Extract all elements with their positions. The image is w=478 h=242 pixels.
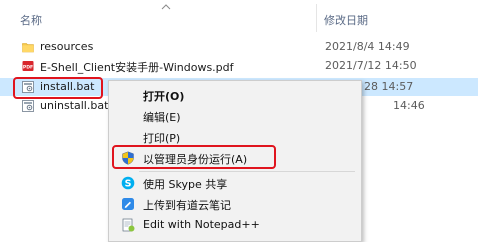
- youdao-note-icon: [122, 198, 134, 210]
- svg-text:PDF: PDF: [23, 64, 33, 70]
- menu-item-edit[interactable]: 编辑(E): [109, 106, 361, 127]
- bat-file-icon: [22, 81, 34, 93]
- file-name: install.bat: [40, 80, 95, 93]
- file-date: 2021/8/4 14:49: [325, 40, 410, 53]
- file-date: 14:46: [393, 99, 425, 112]
- file-row-resources[interactable]: resources 2021/8/4 14:49: [0, 38, 478, 56]
- menu-item-label: 使用 Skype 共享: [143, 178, 228, 191]
- menu-item-label: Edit with Notepad++: [143, 218, 260, 231]
- menu-item-label: 以管理员身份运行(A): [143, 153, 248, 166]
- menu-item-print[interactable]: 打印(P): [109, 127, 361, 148]
- column-header: 名称 修改日期: [0, 0, 478, 34]
- menu-item-skype-share[interactable]: S 使用 Skype 共享: [109, 173, 361, 194]
- menu-item-run-as-admin[interactable]: 以管理员身份运行(A): [109, 148, 361, 169]
- sort-ascending-icon[interactable]: [161, 3, 171, 11]
- folder-icon: [22, 43, 34, 53]
- menu-item-youdao-upload[interactable]: 上传到有道云笔记: [109, 194, 361, 215]
- menu-item-edit-notepad-plus-plus[interactable]: Edit with Notepad++: [109, 215, 361, 236]
- pdf-icon: PDF: [22, 61, 34, 71]
- notepad-plus-plus-icon: [122, 218, 135, 232]
- skype-icon: S: [121, 176, 135, 189]
- file-date: 2021/7/12 14:50: [325, 59, 417, 72]
- menu-item-label: 打印(P): [143, 132, 181, 145]
- menu-item-label: 打开(O): [143, 90, 185, 103]
- file-date: 28 14:57: [364, 80, 414, 93]
- column-divider[interactable]: [316, 4, 317, 32]
- bat-file-icon: [22, 100, 34, 112]
- menu-item-label: 编辑(E): [143, 111, 181, 124]
- file-row-pdf[interactable]: PDF E-Shell_Client安装手册-Windows.pdf 2021/…: [0, 57, 478, 75]
- name-column-header[interactable]: 名称: [20, 12, 42, 28]
- menu-item-open[interactable]: 打开(O): [109, 85, 361, 106]
- file-name: E-Shell_Client安装手册-Windows.pdf: [40, 61, 234, 74]
- uac-shield-icon: [122, 151, 134, 165]
- menu-item-label: 上传到有道云笔记: [143, 199, 231, 212]
- svg-text:S: S: [125, 178, 132, 189]
- menu-separator: [139, 171, 355, 172]
- context-menu: 打开(O) 编辑(E) 打印(P) 以管理员身份运行(A) S 使用 Skype…: [108, 80, 362, 242]
- date-column-header[interactable]: 修改日期: [324, 12, 368, 28]
- file-name: uninstall.bat: [40, 99, 109, 112]
- file-name: resources: [40, 40, 94, 53]
